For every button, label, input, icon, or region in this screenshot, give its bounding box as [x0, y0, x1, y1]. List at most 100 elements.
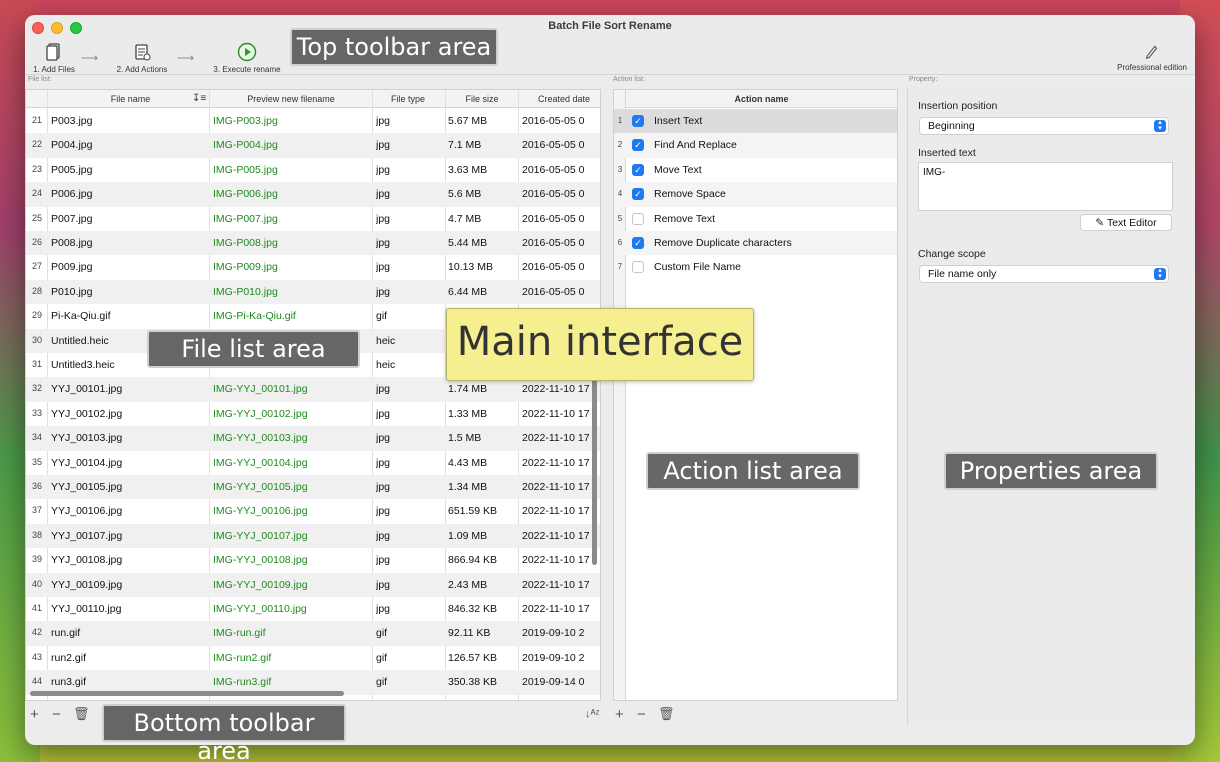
- file-size-cell: 4.43 MB: [448, 456, 488, 469]
- row-number: 39: [31, 554, 42, 565]
- table-row[interactable]: 34 YYJ_00103.jpg IMG-YYJ_00103.jpg jpg 1.5 M…: [26, 426, 600, 451]
- title-bar: Batch File Sort Rename 1. Add Files ⟶ 2.…: [25, 15, 1195, 75]
- action-checkbox[interactable]: [632, 261, 644, 274]
- table-row[interactable]: 27 P009.jpg IMG-P009.jpg jpg 10.13 MB 2016-05…: [26, 255, 600, 279]
- file-size-cell: 7.1 MB: [448, 139, 482, 152]
- action-label: Insert Text: [654, 115, 703, 127]
- file-size-cell: 1.09 MB: [448, 529, 488, 542]
- add-action-icon[interactable]: +: [615, 706, 624, 723]
- preview-filename-cell: IMG-YYJ_00107.jpg: [213, 529, 308, 542]
- table-row[interactable]: 37 YYJ_00106.jpg IMG-YYJ_00106.jpg jpg 651.5…: [26, 499, 600, 523]
- file-type-cell: gif: [376, 310, 388, 323]
- created-date-cell: 2019-09-10 2: [522, 627, 585, 640]
- preview-filename-cell: IMG-YYJ_00101.jpg: [213, 383, 308, 396]
- table-row[interactable]: 38 YYJ_00107.jpg IMG-YYJ_00107.jpg jpg 1.09 …: [26, 523, 600, 549]
- chevron-updown-icon: ▴ ▾: [1154, 267, 1166, 280]
- row-number: 40: [31, 578, 42, 589]
- trash-icon[interactable]: 🗑: [658, 706, 675, 722]
- created-date-cell: 2022-11-10 17: [522, 603, 590, 615]
- file-size-cell: 846.32 KB: [448, 603, 498, 615]
- file-name-cell: P007.jpg: [51, 212, 93, 225]
- column-header-file-name[interactable]: File name: [48, 94, 213, 104]
- table-row[interactable]: 41 YYJ_00110.jpg IMG-YYJ_00110.jpg jpg 846.3…: [26, 597, 600, 621]
- table-row[interactable]: 24 P006.jpg IMG-P006.jpg jpg 5.6 MB 2016-05-0…: [26, 182, 600, 207]
- table-row[interactable]: 35 YYJ_00104.jpg IMG-YYJ_00104.jpg jpg 4.43 …: [26, 451, 600, 475]
- action-list-table[interactable]: Action name 1 ✓ Insert Text 2 ✓ Find And Repl…: [613, 89, 898, 701]
- action-list-item[interactable]: 3 ✓ Move Text: [614, 158, 897, 182]
- change-scope-select[interactable]: File name only ▴ ▾: [919, 265, 1169, 283]
- file-name-cell: P005.jpg: [51, 163, 93, 176]
- file-type-cell: jpg: [376, 188, 391, 201]
- table-row[interactable]: 43 run2.gif IMG-run2.gif gif 126.57 KB 2019-0…: [26, 646, 600, 670]
- created-date-cell: 2016-05-05 0: [522, 237, 585, 249]
- table-row[interactable]: 22 P004.jpg IMG-P004.jpg jpg 7.1 MB 2016-05-0…: [26, 133, 600, 158]
- action-checkbox[interactable]: ✓: [632, 115, 644, 127]
- action-checkbox[interactable]: ✓: [632, 188, 644, 201]
- created-date-cell: 2016-05-05 0: [522, 163, 585, 176]
- column-header-file-size[interactable]: File size: [446, 94, 518, 104]
- file-size-cell: 3.63 MB: [448, 163, 488, 176]
- action-list-item[interactable]: 5 Remove Text: [614, 207, 897, 231]
- table-row[interactable]: 21 P003.jpg IMG-P003.jpg jpg 5.67 MB 2016-05-…: [26, 109, 600, 133]
- file-type-cell: jpg: [376, 212, 391, 225]
- action-list-label: Action list:: [613, 76, 645, 83]
- inserted-text-field[interactable]: IMG-: [918, 162, 1173, 211]
- action-checkbox[interactable]: [632, 212, 644, 225]
- file-size-cell: 866.94 KB: [448, 554, 498, 567]
- table-row[interactable]: 36 YYJ_00105.jpg IMG-YYJ_00105.jpg jpg 1.34 …: [26, 475, 600, 500]
- file-size-cell: 1.74 MB: [448, 383, 488, 396]
- table-row[interactable]: 28 P010.jpg IMG-P010.jpg jpg 6.44 MB 2016-05-…: [26, 279, 600, 305]
- file-size-cell: 651.59 KB: [448, 505, 498, 518]
- table-row[interactable]: 32 YYJ_00101.jpg IMG-YYJ_00101.jpg jpg 1.74 …: [26, 377, 600, 402]
- sort-icon[interactable]: ↧≡: [192, 93, 206, 104]
- action-list-item[interactable]: 4 ✓ Remove Space: [614, 182, 897, 207]
- table-row[interactable]: 26 P008.jpg IMG-P008.jpg jpg 5.44 MB 2016-05-…: [26, 231, 600, 256]
- sort-az-icon[interactable]: ↓ᴬᶻ: [585, 708, 599, 720]
- created-date-cell: 2022-11-10 17: [522, 456, 590, 469]
- column-header-preview[interactable]: Preview new filename: [210, 94, 372, 104]
- action-list-item[interactable]: 6 ✓ Remove Duplicate characters: [614, 231, 897, 256]
- vertical-scrollbar[interactable]: [592, 370, 597, 565]
- file-table-header: File name ↧≡ Preview new filename File t…: [26, 90, 600, 108]
- trash-icon[interactable]: 🗑: [73, 706, 90, 722]
- table-row[interactable]: 23 P005.jpg IMG-P005.jpg jpg 3.63 MB 2016-05-…: [26, 158, 600, 182]
- action-checkbox[interactable]: ✓: [632, 237, 644, 249]
- add-file-icon[interactable]: +: [30, 706, 39, 723]
- chevron-updown-icon: ▴ ▾: [1154, 119, 1166, 132]
- table-row[interactable]: 33 YYJ_00102.jpg IMG-YYJ_00102.jpg jpg 1.33 …: [26, 402, 600, 426]
- professional-edition-button[interactable]: Professional edition: [1117, 41, 1187, 72]
- file-name-cell: YYJ_00106.jpg: [51, 505, 123, 518]
- execute-rename-button[interactable]: 3. Execute rename: [208, 41, 286, 74]
- insertion-position-select[interactable]: Beginning ▴ ▾: [919, 117, 1169, 135]
- remove-file-icon[interactable]: −: [52, 706, 61, 723]
- table-row[interactable]: 40 YYJ_00109.jpg IMG-YYJ_00109.jpg jpg 2.43 …: [26, 572, 600, 597]
- action-list-item[interactable]: 2 ✓ Find And Replace: [614, 133, 897, 158]
- action-checkbox[interactable]: ✓: [632, 163, 644, 176]
- file-name-cell: P004.jpg: [51, 139, 93, 152]
- column-header-created-date[interactable]: Created date: [520, 94, 600, 104]
- row-number: 24: [31, 188, 42, 199]
- change-scope-label: Change scope: [918, 248, 986, 260]
- column-header-file-type[interactable]: File type: [372, 94, 444, 104]
- action-list-item[interactable]: 7 Custom File Name: [614, 255, 897, 279]
- table-row[interactable]: 39 YYJ_00108.jpg IMG-YYJ_00108.jpg jpg 866.9…: [26, 548, 600, 572]
- text-editor-button[interactable]: ✎ Text Editor: [1080, 214, 1172, 231]
- callout-bottom-toolbar: Bottom toolbar area: [102, 704, 346, 762]
- action-checkbox[interactable]: ✓: [632, 139, 644, 152]
- created-date-cell: 2016-05-05 0: [522, 212, 585, 225]
- file-name-cell: P008.jpg: [51, 237, 93, 249]
- action-list-item[interactable]: 1 ✓ Insert Text: [614, 109, 897, 134]
- file-type-cell: jpg: [376, 554, 391, 567]
- remove-action-icon[interactable]: −: [637, 706, 646, 723]
- file-name-cell: YYJ_00103.jpg: [51, 432, 123, 445]
- add-files-button[interactable]: 1. Add Files: [29, 41, 79, 74]
- table-row[interactable]: 42 run.gif IMG-run.gif gif 92.11 KB 2019-09-1…: [26, 621, 600, 646]
- file-list-label: File list:: [28, 76, 52, 83]
- table-row[interactable]: 25 P007.jpg IMG-P007.jpg jpg 4.7 MB 2016-05-0…: [26, 207, 600, 231]
- preview-filename-cell: IMG-P003.jpg: [213, 115, 278, 127]
- add-actions-button[interactable]: 2. Add Actions: [111, 41, 173, 74]
- created-date-cell: 2022-11-10 17: [522, 407, 590, 420]
- file-list-table[interactable]: File name ↧≡ Preview new filename File t…: [25, 89, 601, 701]
- horizontal-scrollbar[interactable]: [30, 691, 344, 696]
- action-label: Remove Text: [654, 212, 716, 225]
